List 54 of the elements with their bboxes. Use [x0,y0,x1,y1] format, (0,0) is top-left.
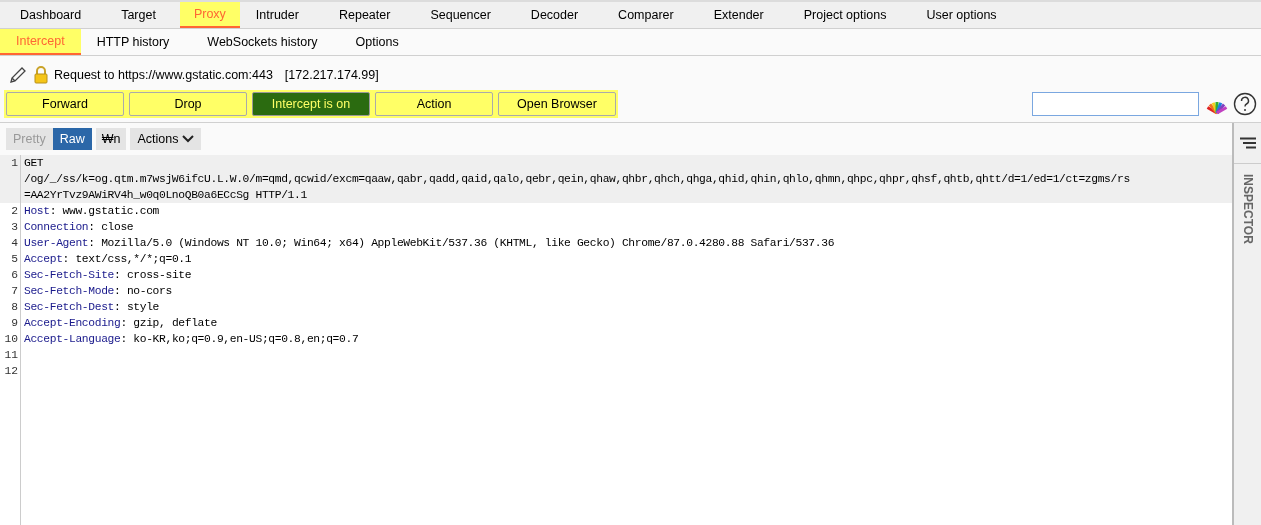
sub-tab[interactable]: HTTP history [80,29,186,55]
view-toggle[interactable]: Raw [52,128,92,150]
request-line: Connection: close [24,220,134,235]
main-tab[interactable]: Repeater [322,2,407,28]
line-number: 4 [10,236,19,251]
newline-toggle[interactable]: ₩n [95,128,127,150]
main-tab[interactable]: Intruder [239,2,315,28]
action-button[interactable]: Open Browser [498,92,616,116]
actions-dropdown[interactable]: Actions [130,128,202,150]
line-number: 5 [10,252,19,267]
action-button[interactable]: Drop [129,92,247,116]
main-tab[interactable]: Sequencer [414,2,507,28]
request-line: =AA2YrTvz9AWiRV4h_w0q0LnoQB0a6ECcSg HTTP/1.1 [24,188,308,203]
pencil-icon[interactable] [8,65,28,85]
help-icon[interactable] [1233,92,1257,116]
main-tab[interactable]: User options [910,2,1013,28]
request-line: User-Agent: Mozilla/5.0 (Windows NT 10.0; Win64; x64) AppleWebKit/537.36 (KHTML, like Gecko) Chrome/87.0.4280.88 Safari/537.36 [24,236,835,251]
inspector-tab[interactable]: INSPECTOR [1238,174,1257,244]
action-button[interactable]: Action [375,92,493,116]
line-number: 1 [10,156,19,171]
line-number: 12 [3,364,19,379]
action-button[interactable]: Intercept is on [252,92,370,116]
request-line: Host: www.gstatic.com [24,204,160,219]
request-line: Sec-Fetch-Mode: no-cors [24,284,172,299]
request-line: Sec-Fetch-Site: cross-site [24,268,192,283]
request-target: Request to https://www.gstatic.com:443 [54,66,273,84]
request-line: Accept: text/css,*/*;q=0.1 [24,252,192,267]
main-tab[interactable]: Target [105,2,172,28]
sub-tab[interactable]: Options [339,29,415,55]
line-number: 9 [10,316,19,331]
main-tab[interactable]: Extender [697,2,780,28]
request-line: Accept-Encoding: gzip, deflate [24,316,217,331]
search-field[interactable] [1032,92,1199,116]
line-number: 3 [10,220,19,235]
line-number: 10 [3,332,19,347]
request-line: Accept-Language: ko-KR,ko;q=0.9,en-US;q=0.8,en;q=0.7 [24,332,359,347]
line-number: 2 [10,204,19,219]
line-number: 11 [3,348,19,363]
ip-address: [172.217.174.99] [284,66,379,84]
main-tab[interactable]: Decoder [514,2,595,28]
request-line: GET [24,156,45,171]
chevron-icon [182,135,195,143]
main-tab[interactable]: Comparer [602,2,690,28]
main-tab[interactable]: Dashboard [4,2,98,28]
lock-icon [34,66,48,84]
line-number: 8 [10,300,19,315]
request-line: /og/_/ss/k=og.qtm.m7wsjW6ifcU.L.W.0/m=qmd,qcwid/excm=qaaw,qabr,qadd,qaid,qalo,qebr,qein,qhaw,qhbr,qhch,qhga,qhid,qhin,qhlo,qhmn,qhpc,qhpr,qhsf,qhtb,qhtt/d=1/ed=1/ct=zgms/rs [24,172,1130,187]
sub-tab[interactable]: WebSockets history [191,29,334,55]
main-tab[interactable]: Project options [787,2,903,28]
menu-icon[interactable] [1238,137,1257,149]
line-number: 7 [10,284,19,299]
action-button[interactable]: Forward [6,92,124,116]
line-number: 6 [10,268,19,283]
request-line: Sec-Fetch-Dest: style [24,300,160,315]
